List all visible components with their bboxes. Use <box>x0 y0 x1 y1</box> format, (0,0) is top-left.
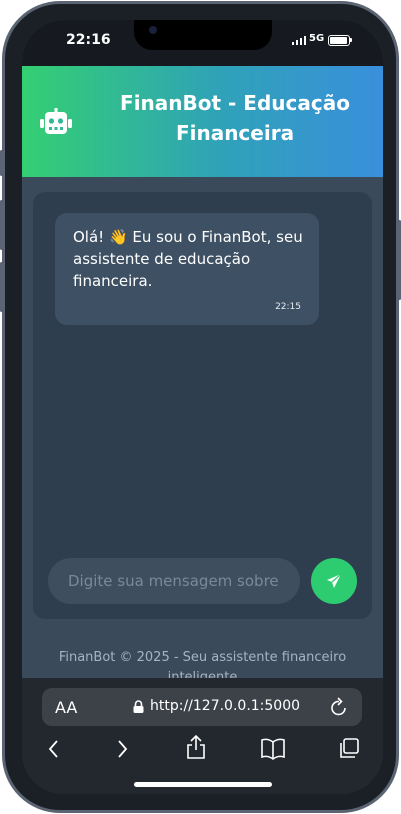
tabs-icon[interactable] <box>338 737 360 759</box>
signal-icon <box>292 36 306 45</box>
message-text: Olá! 👋 Eu sou o FinanBot, seu assistente… <box>73 228 303 290</box>
bookmarks-icon[interactable] <box>260 738 286 760</box>
battery-icon <box>328 35 350 46</box>
send-icon <box>327 573 342 588</box>
phone-side-button <box>0 262 3 312</box>
back-icon[interactable] <box>46 738 60 760</box>
browser-nav <box>22 734 383 770</box>
send-button[interactable] <box>311 558 357 604</box>
phone-side-button <box>0 150 3 176</box>
phone-screen: 22:16 5G FinanBot - Educação Financeira … <box>22 20 383 794</box>
message-input[interactable] <box>48 558 300 604</box>
network-label: 5G <box>309 33 325 44</box>
text-size-button[interactable]: AA <box>55 698 77 717</box>
page-title: FinanBot - Educação Financeira <box>120 91 350 145</box>
chat-container: Olá! 👋 Eu sou o FinanBot, seu assistente… <box>33 192 372 619</box>
robot-icon <box>40 108 72 134</box>
status-time: 22:16 <box>66 32 111 48</box>
address-bar[interactable]: AA http://127.0.0.1:5000 <box>42 688 362 726</box>
browser-toolbar: AA http://127.0.0.1:5000 <box>22 678 383 794</box>
home-indicator <box>134 782 272 787</box>
bot-message: Olá! 👋 Eu sou o FinanBot, seu assistente… <box>55 213 319 325</box>
phone-side-button <box>0 200 3 250</box>
reload-icon[interactable] <box>330 697 348 717</box>
share-icon[interactable] <box>185 734 207 760</box>
status-bar: 22:16 5G <box>22 20 383 66</box>
battery-tip <box>350 38 352 42</box>
message-time: 22:15 <box>275 302 301 312</box>
app-header: FinanBot - Educação Financeira <box>22 66 383 177</box>
notch <box>134 20 272 50</box>
camera-icon <box>149 26 157 34</box>
forward-icon[interactable] <box>116 738 130 760</box>
url-text: http://127.0.0.1:5000 <box>150 698 301 714</box>
lock-icon <box>133 700 144 713</box>
